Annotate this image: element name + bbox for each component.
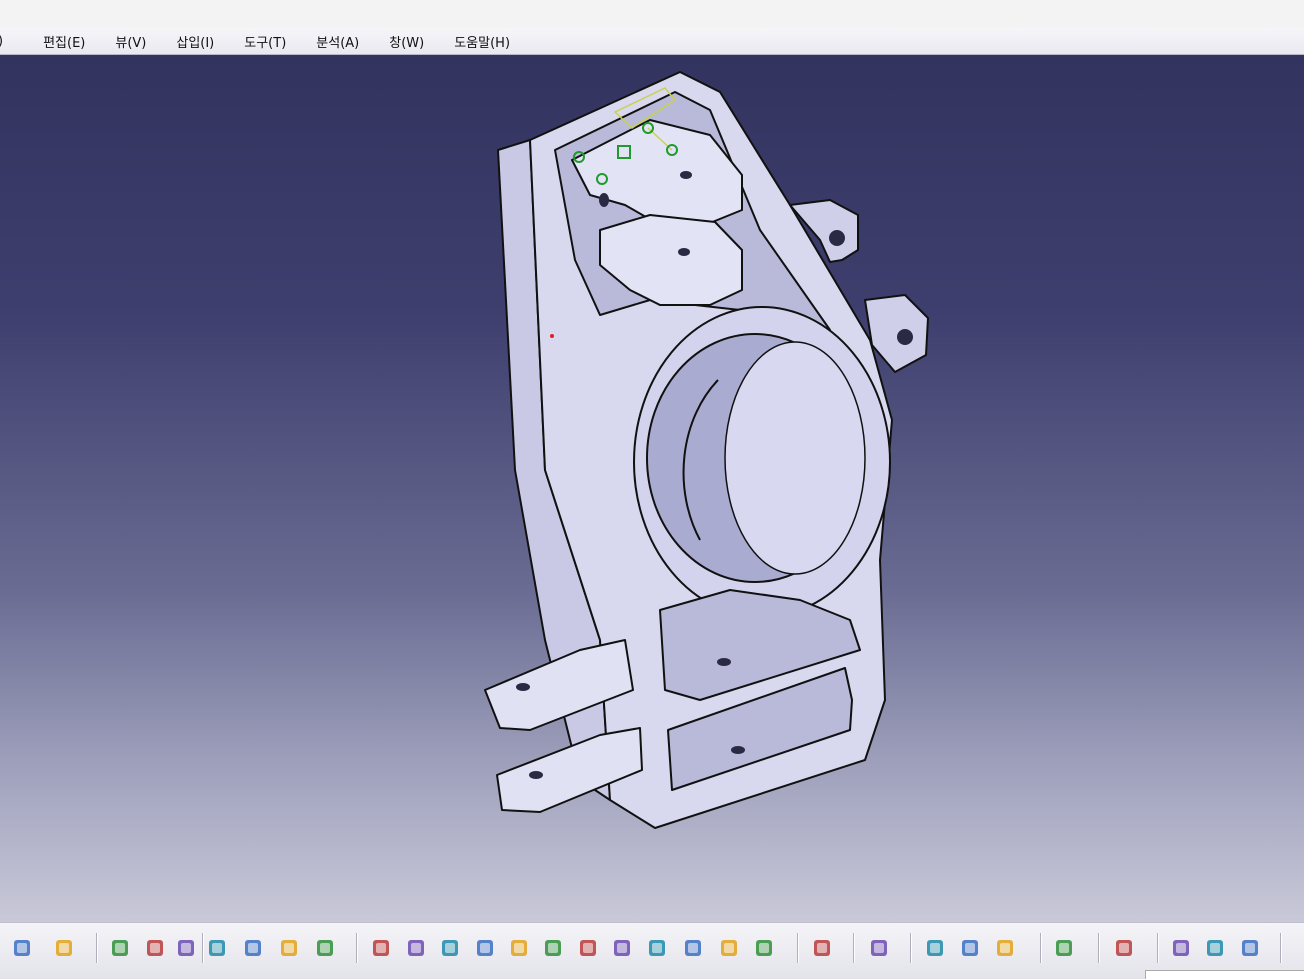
swap-space-icon[interactable] bbox=[751, 935, 777, 961]
toolbar-separator bbox=[1098, 933, 1100, 963]
fly-mode-icon[interactable] bbox=[368, 935, 394, 961]
shading-icon[interactable] bbox=[680, 935, 706, 961]
menu-item-view[interactable]: 뷰(V) bbox=[99, 32, 160, 51]
catalog-icon[interactable] bbox=[276, 935, 302, 961]
zoom-out-icon[interactable] bbox=[540, 935, 566, 961]
title-bar bbox=[0, 0, 1304, 28]
print-icon[interactable] bbox=[866, 935, 892, 961]
toolbar-separator bbox=[1157, 933, 1159, 963]
render-icon[interactable] bbox=[1202, 935, 1228, 961]
product-structure-icon[interactable] bbox=[240, 935, 266, 961]
redo-icon[interactable] bbox=[9, 935, 35, 961]
measure-item-icon[interactable] bbox=[957, 935, 983, 961]
formula-icon[interactable] bbox=[107, 935, 133, 961]
iso-view-icon[interactable] bbox=[644, 935, 670, 961]
menu-item-help[interactable]: 도움말(H) bbox=[438, 32, 524, 51]
menu-item-insert[interactable]: 삽입(I) bbox=[160, 32, 228, 51]
multi-view-icon[interactable] bbox=[609, 935, 635, 961]
toolbar-separator bbox=[96, 933, 98, 963]
toolbar-separator bbox=[910, 933, 912, 963]
zoom-in-icon[interactable] bbox=[506, 935, 532, 961]
toolbar-separator bbox=[853, 933, 855, 963]
measure-between-icon[interactable] bbox=[922, 935, 948, 961]
lock-icon[interactable] bbox=[173, 935, 199, 961]
toolbar-separator bbox=[356, 933, 358, 963]
toolbar-separator bbox=[1040, 933, 1042, 963]
fit-all-icon[interactable] bbox=[403, 935, 429, 961]
sketch-icon[interactable] bbox=[1111, 935, 1137, 961]
3d-part-model[interactable] bbox=[0, 55, 1304, 922]
bottom-toolbar bbox=[0, 922, 1304, 979]
table-icon[interactable] bbox=[204, 935, 230, 961]
menu-item-analysis[interactable]: 분석(A) bbox=[300, 32, 373, 51]
part-bore-inner bbox=[724, 341, 866, 575]
color-icon[interactable] bbox=[1237, 935, 1263, 961]
hide-show-icon[interactable] bbox=[716, 935, 742, 961]
mass-icon[interactable] bbox=[992, 935, 1018, 961]
toolbar-separator bbox=[797, 933, 799, 963]
menu-item-partial[interactable]: ) bbox=[0, 34, 11, 49]
measure-list-icon[interactable] bbox=[312, 935, 338, 961]
rotate-icon[interactable] bbox=[472, 935, 498, 961]
menu-item-edit[interactable]: 편집(E) bbox=[29, 32, 99, 51]
normal-view-icon[interactable] bbox=[575, 935, 601, 961]
pan-icon[interactable] bbox=[437, 935, 463, 961]
menu-item-tools[interactable]: 도구(T) bbox=[228, 32, 300, 51]
whats-this-icon[interactable] bbox=[51, 935, 77, 961]
menu-bar: ) 편집(E) 뷰(V) 삽입(I) 도구(T) 분석(A) 창(W) 도움말(… bbox=[0, 28, 1304, 55]
menu-item-window[interactable]: 창(W) bbox=[373, 32, 438, 51]
3d-viewport[interactable] bbox=[0, 55, 1304, 922]
capture-icon[interactable] bbox=[809, 935, 835, 961]
apply-material-icon[interactable] bbox=[1168, 935, 1194, 961]
toolbar-separator bbox=[1280, 933, 1282, 963]
update-icon[interactable] bbox=[1051, 935, 1077, 961]
comment-icon[interactable] bbox=[142, 935, 168, 961]
toolbar-separator bbox=[202, 933, 204, 963]
